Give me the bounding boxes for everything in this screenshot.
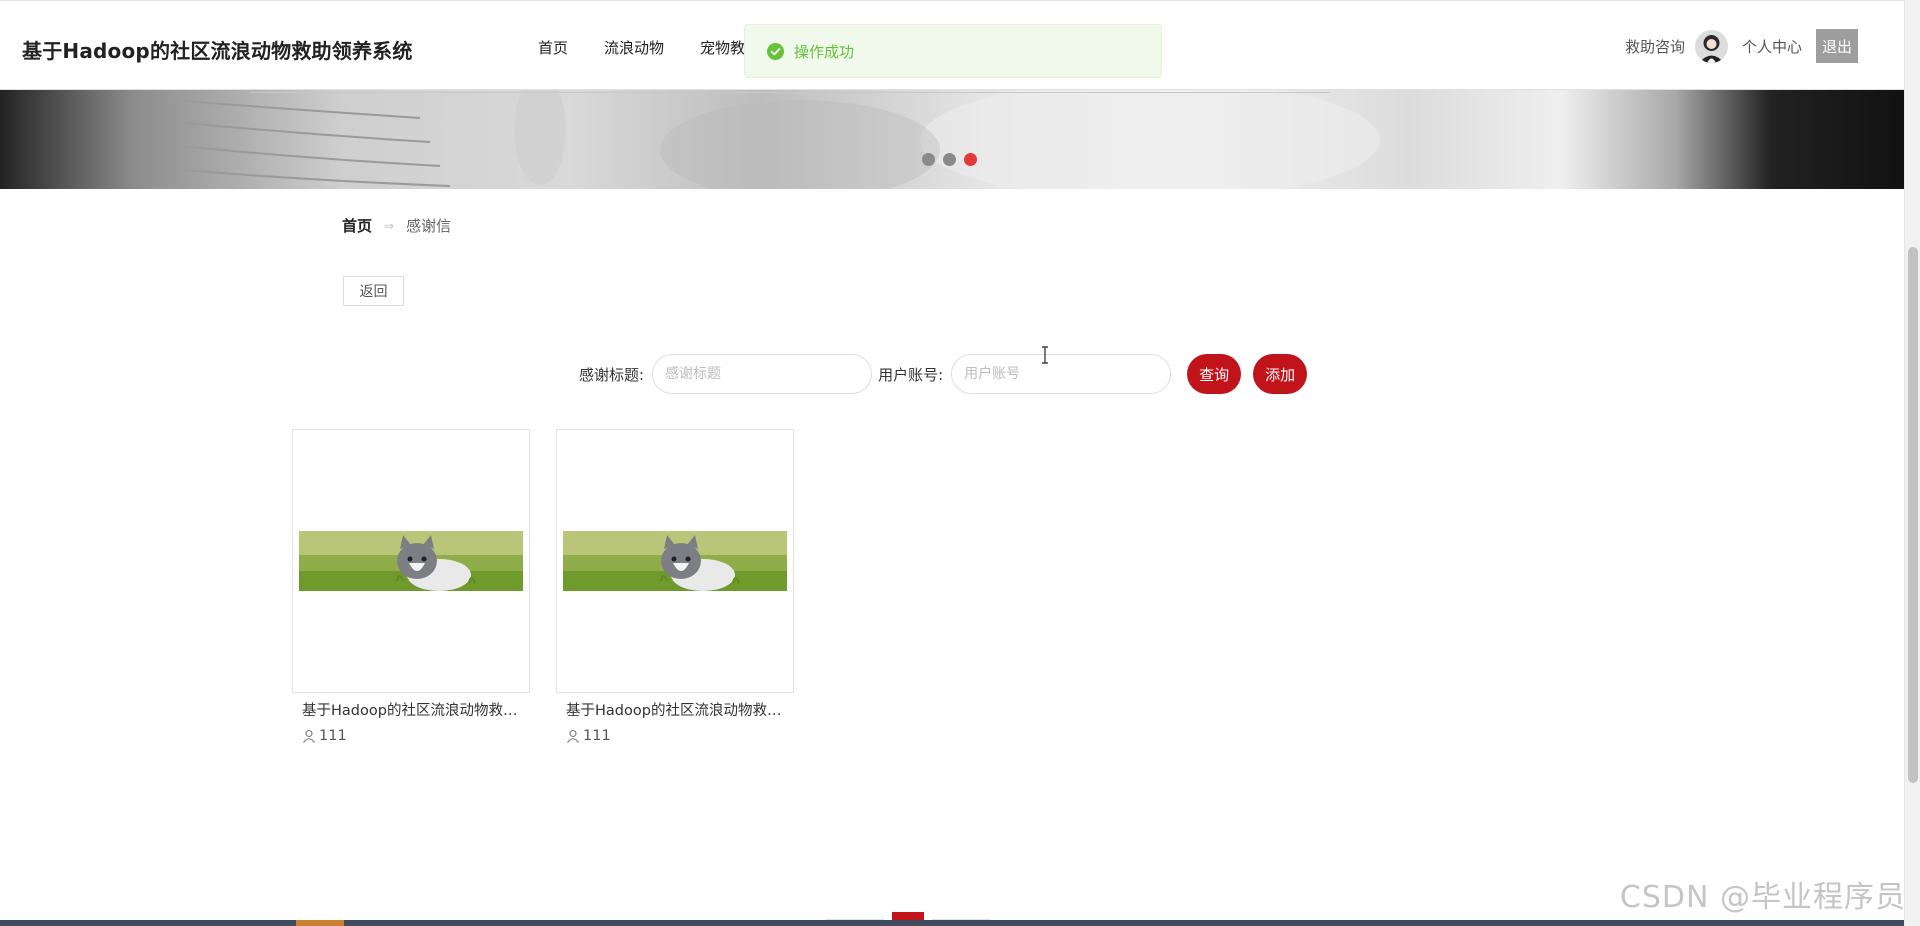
scrollbar-thumb[interactable] bbox=[1908, 247, 1918, 783]
card-author: 111 bbox=[556, 728, 794, 744]
banner-divider bbox=[250, 92, 1330, 93]
breadcrumb: 首页 ⇒ 感谢信 bbox=[342, 215, 451, 236]
check-circle-icon bbox=[767, 42, 784, 60]
csdn-watermark: CSDN @毕业程序员 bbox=[1619, 880, 1906, 915]
user-avatar-icon bbox=[1694, 29, 1728, 63]
site-title: 基于Hadoop的社区流浪动物救助领养系统 bbox=[22, 39, 413, 63]
card-title: 基于Hadoop的社区流浪动物救助领养系统 bbox=[302, 703, 530, 719]
card-image-frame bbox=[556, 429, 794, 693]
carousel-dots bbox=[922, 153, 977, 166]
account-search-input[interactable] bbox=[951, 354, 1172, 394]
success-toast: 操作成功 bbox=[744, 24, 1162, 78]
account-search-label: 用户账号: bbox=[878, 365, 944, 384]
add-button[interactable]: 添加 bbox=[1253, 354, 1308, 394]
breadcrumb-current: 感谢信 bbox=[406, 217, 452, 235]
nav-item-pet-education[interactable]: 宠物教 bbox=[700, 37, 745, 58]
avatar[interactable] bbox=[1694, 29, 1728, 63]
page-scrollbar[interactable] bbox=[1904, 0, 1920, 926]
card-cat-image bbox=[563, 531, 787, 591]
card-title: 基于Hadoop的社区流浪动物救助领养系统 bbox=[566, 703, 794, 719]
banner-carousel[interactable] bbox=[0, 90, 1904, 189]
logout-button[interactable]: 退出 bbox=[1816, 29, 1858, 63]
breadcrumb-separator: ⇒ bbox=[384, 218, 395, 233]
card-author: 111 bbox=[292, 728, 530, 744]
thank-letter-card[interactable]: 基于Hadoop的社区流浪动物救助领养系统 111 bbox=[292, 429, 530, 744]
title-search-input[interactable] bbox=[652, 354, 873, 394]
user-icon bbox=[567, 729, 579, 743]
rescue-consult-link[interactable]: 救助咨询 bbox=[1625, 36, 1685, 57]
user-icon bbox=[303, 729, 315, 743]
title-search-label: 感谢标题: bbox=[579, 365, 645, 384]
breadcrumb-home[interactable]: 首页 bbox=[342, 215, 372, 236]
query-button[interactable]: 查询 bbox=[1187, 354, 1242, 394]
header-user-area: 救助咨询 个人中心 退出 bbox=[1625, 29, 1858, 63]
main-nav: 首页 流浪动物 宠物教 bbox=[538, 37, 745, 58]
nav-item-stray-animals[interactable]: 流浪动物 bbox=[604, 37, 664, 58]
card-image-frame bbox=[292, 429, 530, 693]
toast-message: 操作成功 bbox=[794, 42, 855, 61]
carousel-dot-2[interactable] bbox=[943, 153, 956, 166]
search-bar: 感谢标题: 用户账号: 查询 添加 bbox=[579, 354, 1308, 394]
card-author-name: 111 bbox=[319, 728, 347, 744]
thank-letter-list: 基于Hadoop的社区流浪动物救助领养系统 111 bbox=[292, 429, 794, 744]
back-button[interactable]: 返回 bbox=[343, 276, 404, 306]
personal-center-link[interactable]: 个人中心 bbox=[1742, 36, 1802, 57]
text-cursor-icon bbox=[1042, 346, 1048, 364]
card-cat-image bbox=[299, 531, 523, 591]
carousel-dot-1[interactable] bbox=[922, 153, 935, 166]
nav-item-home[interactable]: 首页 bbox=[538, 37, 568, 58]
carousel-dot-3[interactable] bbox=[964, 153, 977, 166]
card-author-name: 111 bbox=[583, 728, 611, 744]
bottom-taskbar bbox=[0, 920, 1920, 926]
thank-letter-card[interactable]: 基于Hadoop的社区流浪动物救助领养系统 111 bbox=[556, 429, 794, 744]
taskbar-item[interactable] bbox=[296, 920, 344, 926]
banner-image bbox=[169, 90, 1380, 189]
